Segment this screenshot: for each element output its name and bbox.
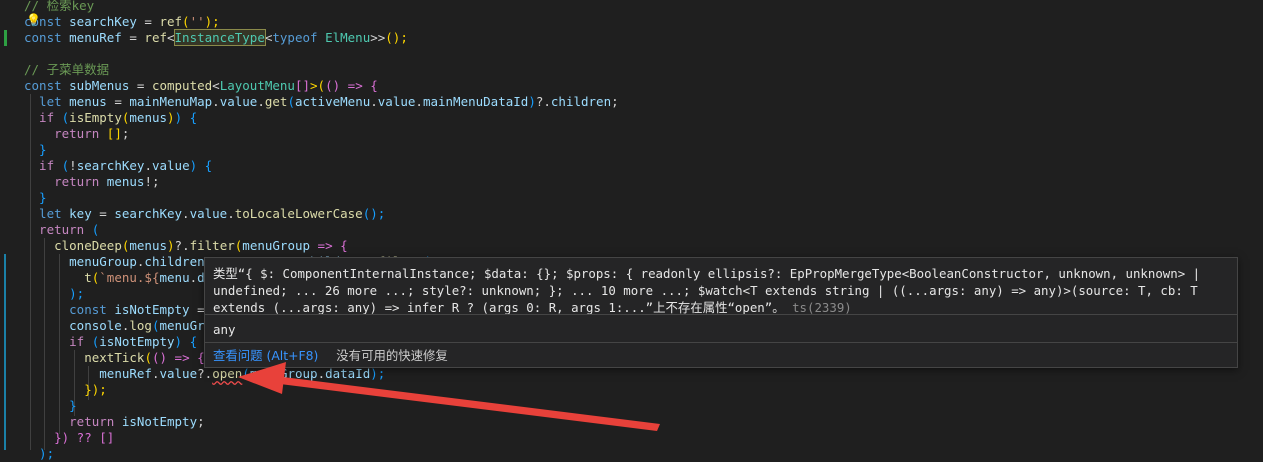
annotation-arrow bbox=[238, 362, 660, 431]
arrow-shaft bbox=[272, 376, 660, 431]
arrow-head bbox=[238, 362, 286, 394]
